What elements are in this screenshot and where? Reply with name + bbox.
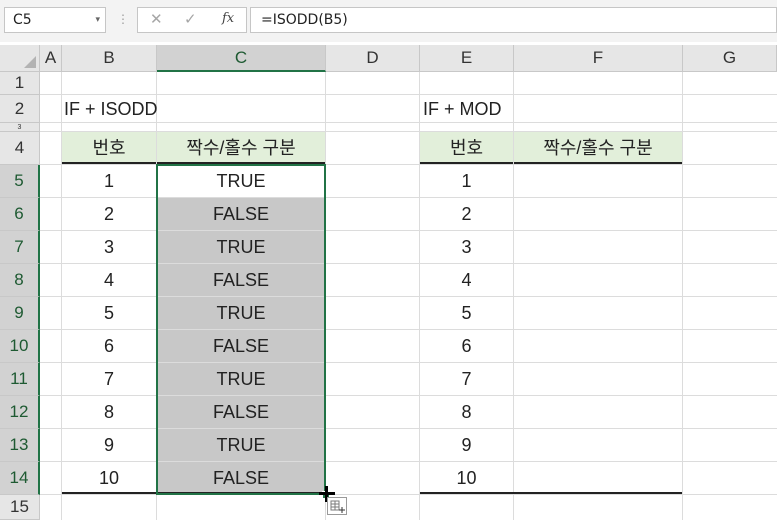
column-header-f[interactable]: F (514, 45, 683, 72)
selection-outline (156, 164, 326, 495)
right-number-cell[interactable]: 9 (420, 429, 513, 461)
insert-function-icon[interactable]: fx (222, 11, 234, 26)
row-header-5[interactable]: 5 (0, 165, 40, 198)
gridline (40, 494, 777, 495)
right-number-cell[interactable]: 8 (420, 396, 513, 428)
left-number-cell[interactable]: 10 (62, 462, 156, 494)
column-header-a[interactable]: A (40, 45, 62, 72)
left-number-cell[interactable]: 2 (62, 198, 156, 230)
right-header-result[interactable]: 짝수/홀수 구분 (514, 132, 682, 164)
chevron-down-icon[interactable]: ▾ (95, 8, 100, 32)
row-header-3[interactable]: 3 (0, 123, 40, 132)
right-header-number[interactable]: 번호 (420, 132, 513, 164)
formula-bar: C5 ▾ ⋮ ✕ ✓ fx =ISODD(B5) (0, 0, 777, 42)
select-all-corner[interactable] (0, 45, 40, 72)
left-header-result[interactable]: 짝수/홀수 구분 (157, 132, 325, 164)
formula-input[interactable]: =ISODD(B5) (250, 7, 777, 33)
cancel-icon[interactable]: ✕ (150, 10, 163, 28)
left-number-cell[interactable]: 5 (62, 297, 156, 329)
row-header-14[interactable]: 14 (0, 462, 40, 495)
row-header-8[interactable]: 8 (0, 264, 40, 297)
name-box[interactable]: C5 ▾ (4, 7, 106, 33)
select-all-triangle-icon (24, 56, 36, 68)
left-table-title[interactable]: IF + ISODD (64, 95, 314, 123)
row-header-2[interactable]: 2 (0, 95, 40, 123)
formula-buttons: ✕ ✓ fx (137, 7, 247, 33)
name-box-value: C5 (13, 12, 32, 28)
right-number-cell[interactable]: 10 (420, 462, 513, 494)
left-number-cell[interactable]: 7 (62, 363, 156, 395)
left-number-cell[interactable]: 6 (62, 330, 156, 362)
right-number-cell[interactable]: 5 (420, 297, 513, 329)
row-header-9[interactable]: 9 (0, 297, 40, 330)
row-header-12[interactable]: 12 (0, 396, 40, 429)
column-header-b[interactable]: B (62, 45, 157, 72)
column-header-e[interactable]: E (420, 45, 514, 72)
separator-icon: ⋮ (117, 12, 129, 26)
right-number-cell[interactable]: 6 (420, 330, 513, 362)
column-header-c[interactable]: C (157, 45, 326, 72)
right-number-cell[interactable]: 1 (420, 165, 513, 197)
right-table-bottom-border (420, 492, 682, 494)
auto-fill-options-icon[interactable] (327, 497, 347, 515)
row-header-1[interactable]: 1 (0, 72, 40, 95)
row-header-11[interactable]: 11 (0, 363, 40, 396)
right-number-cell[interactable]: 7 (420, 363, 513, 395)
left-number-cell[interactable]: 3 (62, 231, 156, 263)
row-header-4[interactable]: 4 (0, 132, 40, 165)
row-header-15[interactable]: 15 (0, 495, 40, 520)
column-header-d[interactable]: D (326, 45, 420, 72)
left-number-cell[interactable]: 4 (62, 264, 156, 296)
column-header-g[interactable]: G (683, 45, 777, 72)
right-table-title[interactable]: IF + MOD (423, 95, 673, 123)
left-number-cell[interactable]: 1 (62, 165, 156, 197)
row-header-10[interactable]: 10 (0, 330, 40, 363)
row-header-7[interactable]: 7 (0, 231, 40, 264)
left-header-number[interactable]: 번호 (62, 132, 156, 164)
right-number-cell[interactable]: 4 (420, 264, 513, 296)
right-number-cell[interactable]: 2 (420, 198, 513, 230)
enter-check-icon[interactable]: ✓ (184, 10, 197, 28)
row-header-13[interactable]: 13 (0, 429, 40, 462)
left-number-cell[interactable]: 9 (62, 429, 156, 461)
row-header-6[interactable]: 6 (0, 198, 40, 231)
left-number-cell[interactable]: 8 (62, 396, 156, 428)
right-number-cell[interactable]: 3 (420, 231, 513, 263)
